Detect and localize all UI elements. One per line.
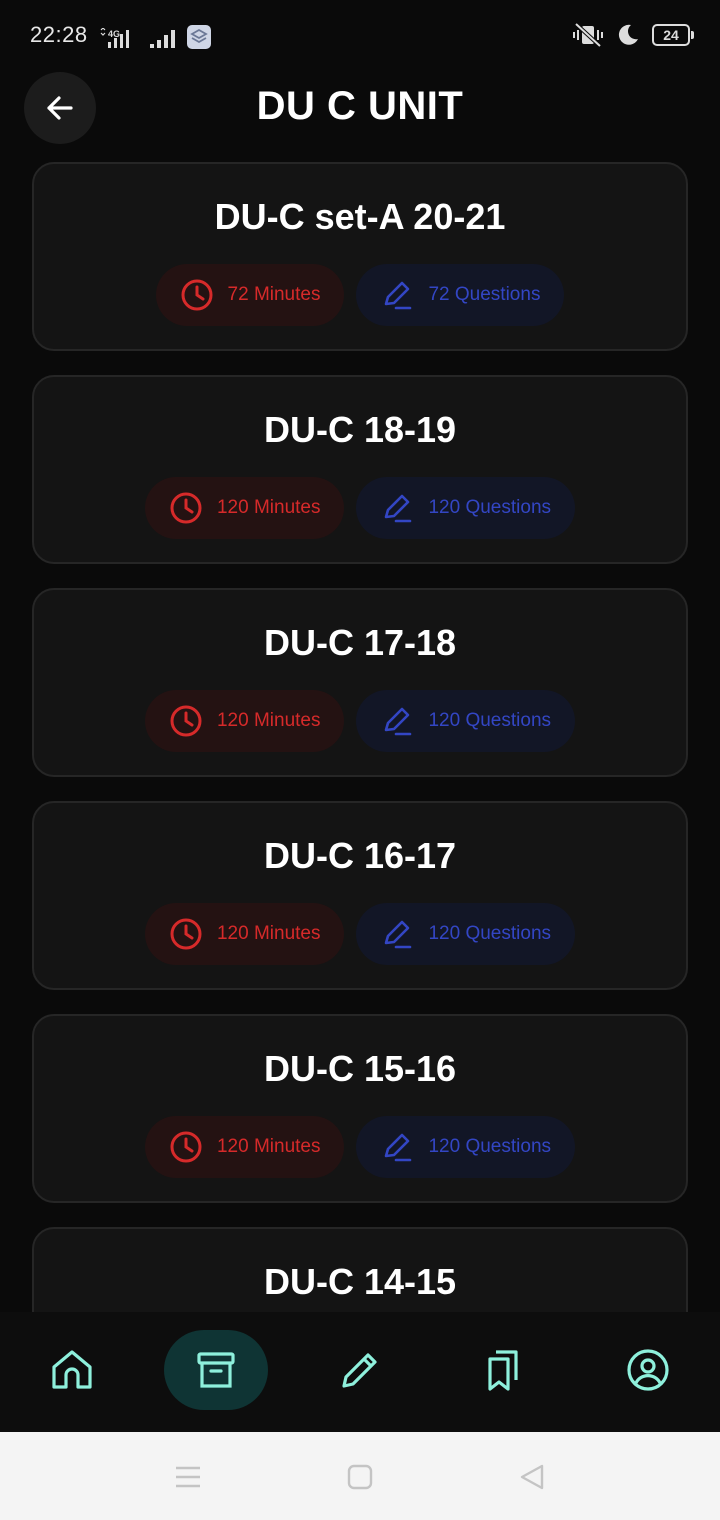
duration-chip: 120 Minutes [144,1116,345,1178]
test-meta: 120 Minutes 120 Questions [34,1116,686,1178]
test-meta: 120 Minutes 120 Questions [34,690,686,752]
duration-chip: 120 Minutes [144,477,345,539]
test-meta: 120 Minutes 120 Questions [34,477,686,539]
status-bar: 22:28 4G 24 [0,0,720,72]
clock-icon [170,1131,202,1163]
pen-icon [385,1133,412,1162]
test-title: DU-C set-A 20-21 [214,196,506,237]
test-title: DU-C 18-19 [263,409,457,450]
questions-label: 72 Questions [428,284,541,305]
nav-home[interactable] [20,1330,124,1410]
nav-profile[interactable] [596,1330,700,1410]
test-card[interactable]: DU-C 16-17 120 Minutes 120 Questions [32,801,688,990]
page-title: DU C UNIT [256,84,464,128]
nav-practice[interactable] [308,1330,412,1410]
test-list[interactable]: DU-C set-A 20-21 72 Minutes 72 Questions… [32,162,688,1312]
status-left-icons: 4G [98,24,212,50]
pen-icon [385,281,412,310]
questions-label: 120 Questions [428,1136,552,1157]
duration-chip: 72 Minutes [155,264,345,326]
questions-label: 120 Questions [428,923,552,944]
clock-icon [181,279,213,311]
test-title: DU-C 17-18 [263,622,457,663]
questions-chip: 120 Questions [356,903,576,965]
battery-icon: 24 [652,24,694,46]
test-card[interactable]: DU-C 17-18 120 Minutes 120 Questions [32,588,688,777]
duration-label: 120 Minutes [216,710,321,731]
pen-icon [385,707,412,736]
test-title: DU-C 14-15 [263,1261,457,1302]
duration-label: 120 Minutes [216,923,321,944]
questions-label: 120 Questions [428,710,552,731]
test-title: DU-C 16-17 [263,835,457,876]
clock-icon [170,705,202,737]
test-card[interactable]: DU-C 15-16 120 Minutes 120 Questions [32,1014,688,1203]
square-icon [347,1464,373,1490]
questions-chip: 120 Questions [356,690,576,752]
vibrate-off-icon [573,22,603,48]
duration-label: 120 Minutes [216,497,321,518]
test-meta: 72 Minutes 72 Questions [34,264,686,326]
status-right-icons: 24 [572,22,694,48]
svg-text:4G: 4G [108,29,120,39]
test-meta: 120 Minutes 120 Questions [34,903,686,965]
duration-chip: 120 Minutes [144,903,345,965]
cell-signal-icon [150,30,175,48]
menu-icon [176,1466,200,1488]
pen-icon [385,494,412,523]
bottom-nav [0,1312,720,1432]
test-card[interactable]: DU-C set-A 20-21 72 Minutes 72 Questions [32,162,688,351]
clock-icon [170,492,202,524]
back-nav-button[interactable] [512,1462,552,1492]
home-button[interactable] [340,1462,380,1492]
cell-signal-4g-icon: 4G [100,28,129,48]
nav-archive[interactable] [164,1330,268,1410]
app-notification-icon [187,25,211,49]
test-title: DU-C 15-16 [263,1048,457,1089]
questions-chip: 120 Questions [356,477,576,539]
pen-icon [385,920,412,949]
duration-label: 120 Minutes [216,1136,321,1157]
moon-icon [618,24,638,45]
duration-chip: 120 Minutes [144,690,345,752]
test-card[interactable]: DU-C 18-19 120 Minutes 120 Questions [32,375,688,564]
questions-label: 120 Questions [428,497,552,518]
bookmarks-icon [488,1350,518,1391]
pencil-icon [342,1353,377,1388]
archive-icon [197,1352,235,1388]
triangle-back-icon [520,1464,544,1490]
system-nav-bar [0,1432,720,1520]
questions-chip: 120 Questions [356,1116,576,1178]
clock-icon [170,918,202,950]
battery-level: 24 [663,27,679,43]
test-card[interactable]: DU-C 14-15 [32,1227,688,1312]
recents-button[interactable] [168,1462,208,1492]
home-icon [52,1350,92,1389]
status-time: 22:28 [30,22,88,47]
user-circle-icon [627,1349,669,1391]
questions-chip: 72 Questions [356,264,565,326]
nav-bookmarks[interactable] [452,1330,556,1410]
duration-label: 72 Minutes [227,284,321,305]
